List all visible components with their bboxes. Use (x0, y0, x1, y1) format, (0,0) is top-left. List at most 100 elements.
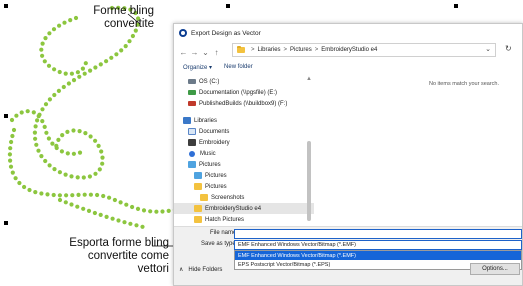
breadcrumb-embroiderystudio[interactable]: EmbroideryStudio e4 (321, 47, 377, 53)
bling-dot (93, 65, 98, 70)
bling-dot (75, 175, 80, 180)
bling-dot (40, 119, 45, 124)
bling-dot (40, 41, 45, 46)
dialog-title: Export Design as Vector (191, 29, 261, 37)
tree-item-publishedbuilds-drive[interactable]: PublishedBuilds (\\buildbox9) (F:) (174, 98, 314, 109)
chevron-up-icon: ∧ (179, 267, 184, 273)
bling-dot (47, 31, 52, 36)
bling-dot (104, 59, 109, 64)
bling-dot (130, 33, 135, 39)
bling-dot (36, 148, 41, 153)
bling-dot (61, 84, 66, 90)
breadcrumb-separator: > (314, 47, 319, 53)
breadcrumb-pictures[interactable]: Pictures (290, 47, 312, 53)
tree-item-embroidery[interactable]: Embroidery (174, 137, 314, 148)
bling-dot (83, 131, 88, 136)
bling-dot (93, 138, 98, 143)
bling-dot (22, 184, 27, 190)
bling-dot (46, 63, 52, 68)
bling-dot (98, 212, 103, 217)
bling-dot (87, 174, 92, 179)
bling-dot (128, 221, 133, 226)
hide-folders-toggle[interactable]: ∧ Hide Folders (179, 266, 222, 274)
tree-item-libraries[interactable]: Libraries (174, 115, 314, 126)
tree-item-label: Embroidery (199, 139, 230, 146)
save-as-type-select[interactable]: EMF Enhanced Windows Vector/Bitmap (*.EM… (234, 240, 522, 250)
tree-item-screenshots[interactable]: Screenshots (174, 192, 314, 203)
bling-dot (76, 192, 81, 197)
bling-dot (123, 44, 128, 49)
back-arrow-icon[interactable]: ← (178, 48, 189, 57)
bling-dot (39, 191, 44, 196)
tree-item-documents[interactable]: Documents (174, 126, 314, 137)
bling-dot (88, 192, 93, 197)
tree-item-pictures-library[interactable]: Pictures (174, 159, 314, 170)
tree-scrollbar[interactable]: ▲ ▼ (305, 76, 313, 244)
bling-dot (8, 158, 13, 163)
refresh-icon[interactable]: ↻ (505, 44, 512, 53)
bling-dot (69, 71, 74, 76)
tree-item-label: Screenshots (211, 194, 245, 201)
tree-item-documentation-drive[interactable]: Documentation (\\pgsfile) (E:) (174, 87, 314, 98)
options-button[interactable]: Options... (470, 263, 520, 275)
callout-line: convertite (104, 18, 154, 30)
bling-dot (59, 149, 64, 154)
tree-item-os-c[interactable]: OS (C:) (174, 76, 314, 87)
navigation-tree: OS (C:) Documentation (\\pgsfile) (E:) P… (174, 76, 314, 244)
type-option-emf[interactable]: EMF Enhanced Windows Vector/Bitmap (*.EM… (235, 251, 521, 260)
bling-dot (75, 204, 80, 209)
tree-item-label: Documentation (\\pgsfile) (E:) (199, 89, 278, 96)
tree-item-pictures[interactable]: Pictures (174, 170, 314, 181)
bling-dot (27, 187, 32, 193)
bling-dot (116, 218, 121, 223)
tree-item-embroiderystudio-e4[interactable]: EmbroideryStudio e4 (174, 203, 314, 214)
bling-dot (124, 202, 129, 207)
bling-dot (134, 223, 139, 228)
bling-dot (119, 48, 124, 53)
bling-dot (43, 36, 48, 41)
tree-item-pictures-folder[interactable]: Pictures (174, 181, 314, 192)
recent-locations-chevron-icon[interactable]: ⌄ (200, 48, 211, 57)
bling-dot (9, 117, 15, 123)
tree-item-hatch-pictures[interactable]: Hatch Pictures (174, 214, 314, 225)
pictures-icon (188, 161, 196, 168)
organize-menu[interactable]: Organize ▾ (183, 64, 212, 71)
bling-dot (13, 176, 18, 181)
bling-dot (19, 110, 24, 115)
bling-dot (93, 171, 98, 176)
music-icon (189, 150, 195, 157)
bling-dot (140, 224, 145, 229)
bling-dot (88, 134, 93, 139)
bling-dot (77, 74, 82, 79)
bling-dot (10, 133, 15, 139)
new-folder-button[interactable]: New folder (224, 64, 253, 70)
file-name-input[interactable] (234, 229, 522, 239)
tree-item-label: OS (C:) (199, 78, 220, 85)
forward-arrow-icon[interactable]: → (189, 48, 200, 57)
scroll-up-arrow-icon[interactable]: ▲ (306, 76, 312, 82)
drive-icon (188, 79, 196, 84)
embroidery-icon (188, 139, 196, 146)
empty-results-message: No items match your search. (429, 81, 499, 87)
bling-dot (96, 143, 101, 148)
bling-dot (101, 193, 106, 199)
bling-dot (35, 118, 40, 123)
bling-dot (32, 130, 38, 135)
bling-dot (40, 53, 45, 58)
scrollbar-thumb[interactable] (307, 141, 311, 221)
bling-dot (66, 81, 71, 86)
address-bar[interactable]: > Libraries > Pictures > EmbroideryStudi… (232, 43, 496, 57)
export-dialog: Export Design as Vector ← → ⌄ ↑ > Librar… (173, 23, 523, 286)
breadcrumb-libraries[interactable]: Libraries (258, 47, 281, 53)
tree-item-label: Documents (199, 128, 230, 135)
command-bar: Organize ▾ New folder (174, 60, 522, 74)
tree-item-music[interactable]: Music (174, 148, 314, 159)
tree-item-label: Pictures (199, 161, 221, 168)
bling-dot (65, 129, 70, 134)
bling-dot (34, 142, 39, 147)
bling-dot (11, 127, 17, 133)
tree-item-label: Pictures (205, 183, 227, 190)
up-arrow-icon[interactable]: ↑ (211, 48, 222, 57)
address-dropdown-chevron-icon[interactable]: ⌄ (485, 45, 491, 53)
bling-dot (80, 66, 85, 71)
